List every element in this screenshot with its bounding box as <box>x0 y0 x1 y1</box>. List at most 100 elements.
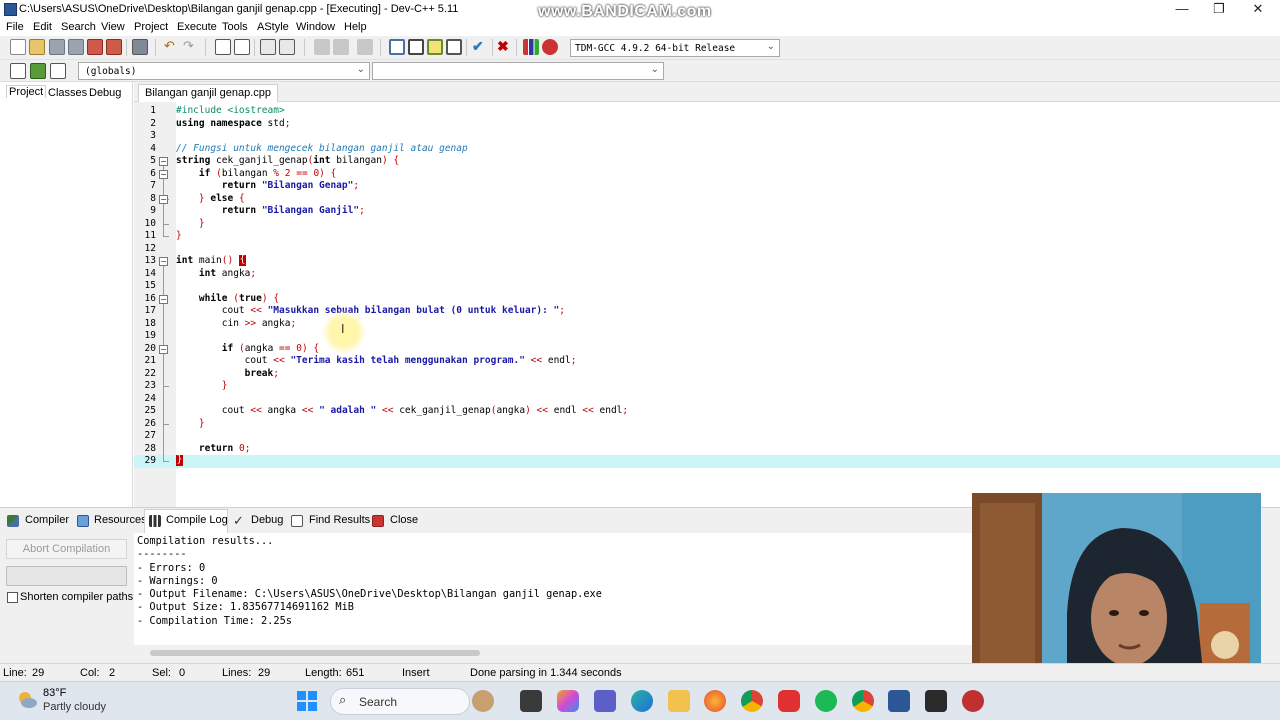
minimize-button[interactable]: — <box>1164 0 1200 20</box>
fold-toggle[interactable]: − <box>159 157 168 166</box>
tab-find-results[interactable]: Find Results <box>309 514 370 526</box>
search-highlight-icon[interactable] <box>472 690 494 712</box>
weather-temperature[interactable]: 83°F <box>43 687 66 699</box>
file-tab[interactable]: Bilangan ganjil genap.cpp <box>138 84 278 102</box>
tab-classes[interactable]: Classes <box>48 87 87 99</box>
fold-toggle[interactable]: − <box>159 257 168 266</box>
compile-log-text[interactable]: Compilation results... -------- - Errors… <box>134 533 972 645</box>
open-file-icon[interactable] <box>29 39 45 55</box>
terminal-icon[interactable] <box>925 690 947 712</box>
fold-toggle[interactable]: − <box>159 194 168 204</box>
wps-icon[interactable] <box>778 690 800 712</box>
code-line[interactable]: 18 cin >> angka; <box>134 318 1280 331</box>
menu-file[interactable]: File <box>6 21 24 33</box>
tab-close[interactable]: Close <box>390 514 418 526</box>
compiler-select[interactable]: TDM-GCC 4.9.2 64-bit Release ⌄ <box>570 39 780 57</box>
devcpp-taskbar-icon[interactable] <box>888 690 910 712</box>
undo-icon[interactable]: ↶ <box>164 39 180 55</box>
scope-select[interactable]: (globals) ⌄ <box>78 62 370 80</box>
code-line[interactable]: 7 return "Bilangan Genap"; <box>134 180 1280 193</box>
log-horizontal-scrollbar[interactable] <box>150 650 480 656</box>
tab-project[interactable]: Project <box>6 85 47 98</box>
code-line[interactable]: 25 cout << angka << " adalah " << cek_ga… <box>134 405 1280 418</box>
code-line[interactable]: 9 return "Bilangan Ganjil"; <box>134 205 1280 218</box>
code-line[interactable]: 2 using namespace std; <box>134 118 1280 131</box>
firefox-icon[interactable] <box>704 690 726 712</box>
goto-line-icon[interactable] <box>260 39 276 55</box>
print-icon[interactable] <box>132 39 148 55</box>
bookmark-next-icon[interactable] <box>333 39 349 55</box>
goto-definition-icon[interactable] <box>50 63 66 79</box>
spotify-icon[interactable] <box>815 690 837 712</box>
tab-resources[interactable]: Resources <box>94 514 147 526</box>
edge-icon[interactable] <box>631 690 653 712</box>
indent-icon[interactable] <box>279 39 295 55</box>
tab-compiler[interactable]: Compiler <box>25 514 69 526</box>
tab-compile-log[interactable]: Compile Log <box>166 514 228 526</box>
new-class-icon[interactable] <box>389 39 405 55</box>
tab-debug-bottom[interactable]: Debug <box>251 514 283 526</box>
code-line[interactable]: 21 cout << "Terima kasih telah menggunak… <box>134 355 1280 368</box>
menu-project[interactable]: Project <box>134 21 168 33</box>
bandicam-icon[interactable] <box>962 690 984 712</box>
code-line[interactable]: 15 <box>134 280 1280 293</box>
close-file-icon[interactable] <box>87 39 103 55</box>
bookmark-prev-icon[interactable] <box>314 39 330 55</box>
code-line[interactable]: 22 break; <box>134 368 1280 381</box>
code-line[interactable]: 27 <box>134 430 1280 443</box>
new-project-icon[interactable] <box>408 39 424 55</box>
menu-tools[interactable]: Tools <box>222 21 248 33</box>
code-line[interactable]: 13 int main() { <box>134 255 1280 268</box>
toggle-comment-icon[interactable] <box>357 39 373 55</box>
tab-debug[interactable]: Debug <box>89 87 121 99</box>
code-line[interactable]: 11} <box>134 230 1280 243</box>
fold-toggle[interactable]: − <box>159 294 168 304</box>
maximize-button[interactable]: ❐ <box>1201 0 1237 20</box>
abort-compilation-button[interactable]: Abort Compilation <box>6 539 127 559</box>
find-icon[interactable] <box>215 39 231 55</box>
save-icon[interactable] <box>49 39 65 55</box>
code-line[interactable]: 1 #include <iostream> <box>134 105 1280 118</box>
task-view-icon[interactable] <box>520 690 542 712</box>
new-file-icon[interactable] <box>10 39 26 55</box>
code-line[interactable]: 5 string cek_ganjil_genap(int bilangan) { <box>134 155 1280 168</box>
code-line[interactable]: 16 while (true) { <box>134 293 1280 306</box>
code-line[interactable]: 24 <box>134 393 1280 406</box>
chrome-profile-icon[interactable] <box>852 690 874 712</box>
insert-icon[interactable] <box>10 63 26 79</box>
code-line[interactable]: 28 return 0; <box>134 443 1280 456</box>
code-line[interactable]: 23 } <box>134 380 1280 393</box>
code-line[interactable]: 29} <box>134 455 1280 468</box>
profile-chart-icon[interactable] <box>523 39 539 55</box>
menu-astyle[interactable]: AStyle <box>257 21 289 33</box>
project-options-icon[interactable] <box>427 39 443 55</box>
menu-edit[interactable]: Edit <box>33 21 52 33</box>
replace-icon[interactable] <box>234 39 250 55</box>
start-icon[interactable] <box>297 691 317 711</box>
goto-declaration-icon[interactable] <box>30 63 46 79</box>
view-icon[interactable] <box>446 39 462 55</box>
close-all-icon[interactable] <box>106 39 122 55</box>
teams-icon[interactable] <box>594 690 616 712</box>
code-line[interactable]: 26 } <box>134 418 1280 431</box>
code-line[interactable]: 6 if (bilangan % 2 == 0) { <box>134 168 1280 181</box>
code-line[interactable]: 3 <box>134 130 1280 143</box>
menu-execute[interactable]: Execute <box>177 21 217 33</box>
code-line[interactable]: 10 } <box>134 218 1280 231</box>
redo-icon[interactable]: ↷ <box>183 39 199 55</box>
code-line[interactable]: 20 if (angka == 0) { <box>134 343 1280 356</box>
debug-icon[interactable] <box>542 39 558 55</box>
save-all-icon[interactable] <box>68 39 84 55</box>
code-line[interactable]: 17 cout << "Masukkan sebuah bilangan bul… <box>134 305 1280 318</box>
file-explorer-icon[interactable] <box>668 690 690 712</box>
check-syntax-icon[interactable]: ✔ <box>472 39 488 55</box>
fold-toggle[interactable]: − <box>159 169 168 179</box>
member-select[interactable]: ⌄ <box>372 62 664 80</box>
close-window-button[interactable]: ✕ <box>1240 0 1276 20</box>
code-line[interactable]: 14 int angka; <box>134 268 1280 281</box>
chrome-icon[interactable] <box>741 690 763 712</box>
taskbar-search-box[interactable]: ⌕ Search <box>330 688 470 715</box>
weather-icon[interactable] <box>16 689 38 711</box>
menu-help[interactable]: Help <box>344 21 367 33</box>
menu-view[interactable]: View <box>101 21 125 33</box>
